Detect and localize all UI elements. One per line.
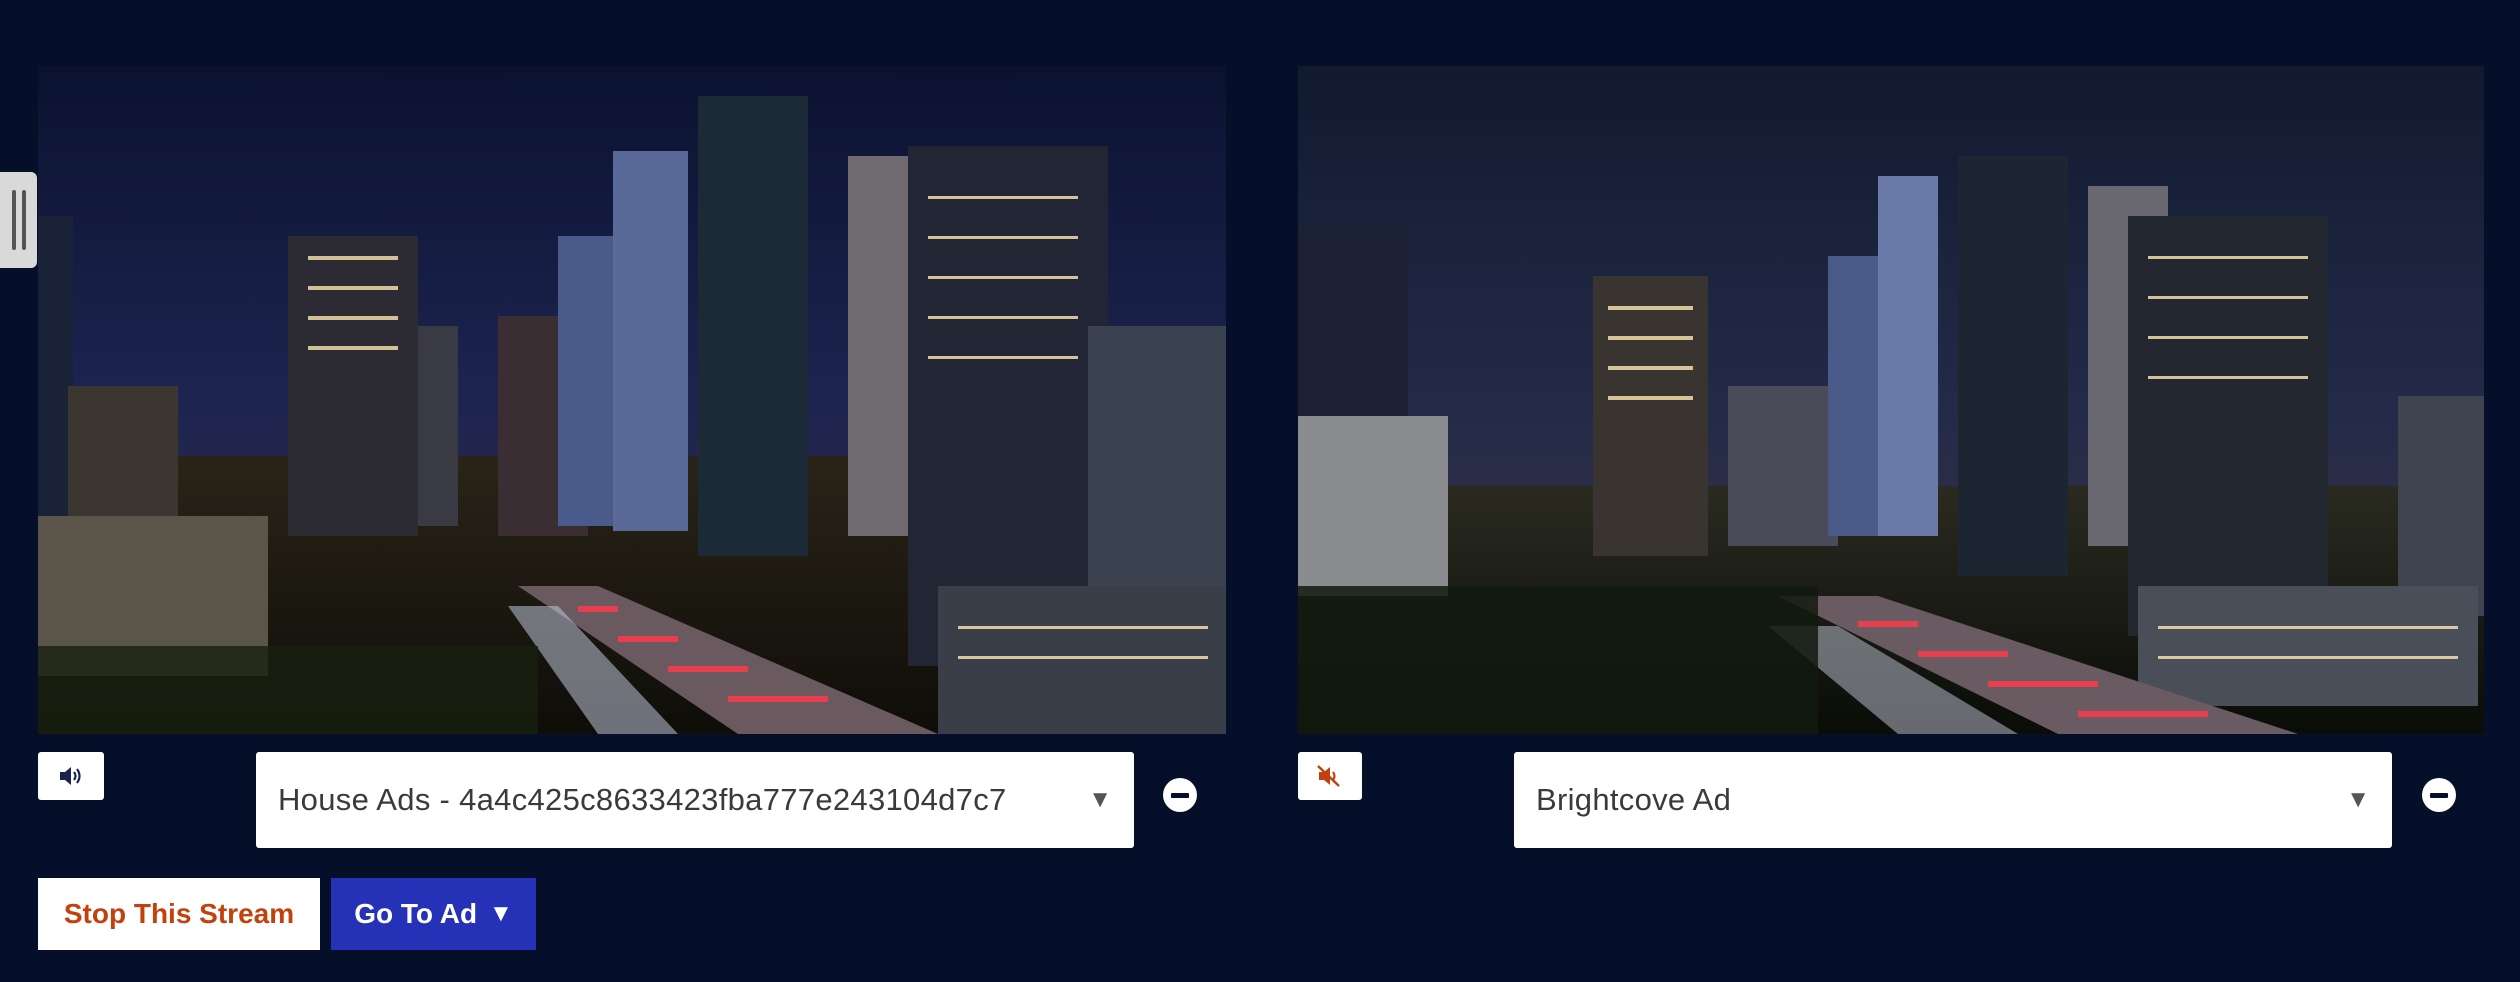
ad-select-left[interactable]: House Ads - 4a4c425c8633423fba777e243104…: [256, 752, 1134, 848]
remove-stream-button-right[interactable]: [2422, 778, 2456, 812]
go-to-ad-label: Go To Ad: [354, 898, 478, 929]
grip-line: [21, 190, 26, 250]
chevron-down-icon: ▼: [2346, 786, 2370, 813]
caret-down-icon: ▼: [489, 900, 513, 927]
drag-handle[interactable]: [0, 172, 37, 268]
video-player-right[interactable]: [1298, 66, 2484, 734]
city-night-scene: [38, 66, 1226, 734]
speaker-muted-icon: [1317, 765, 1340, 787]
selected-ad-label: Brightcove Ad: [1536, 782, 1732, 817]
stream-viewer: House Ads - 4a4c425c8633423fba777e243104…: [0, 0, 2520, 982]
speaker-icon: [60, 767, 81, 785]
minus-icon: [1171, 792, 1189, 798]
minus-icon: [2430, 792, 2448, 798]
audio-toggle-button-left[interactable]: [38, 752, 104, 800]
grip-line: [11, 190, 16, 250]
go-to-ad-button[interactable]: Go To Ad ▼: [331, 878, 536, 950]
city-night-scene: [1298, 66, 2484, 734]
chevron-down-icon: ▼: [1088, 786, 1112, 813]
remove-stream-button-left[interactable]: [1163, 778, 1197, 812]
audio-toggle-button-right[interactable]: [1298, 752, 1362, 800]
selected-ad-label: House Ads - 4a4c425c8633423fba777e243104…: [278, 782, 1007, 817]
stop-stream-button[interactable]: Stop This Stream: [38, 878, 320, 950]
video-player-left[interactable]: [38, 66, 1226, 734]
stop-stream-label: Stop This Stream: [63, 898, 295, 929]
ad-select-right[interactable]: Brightcove Ad ▼: [1514, 752, 2392, 848]
